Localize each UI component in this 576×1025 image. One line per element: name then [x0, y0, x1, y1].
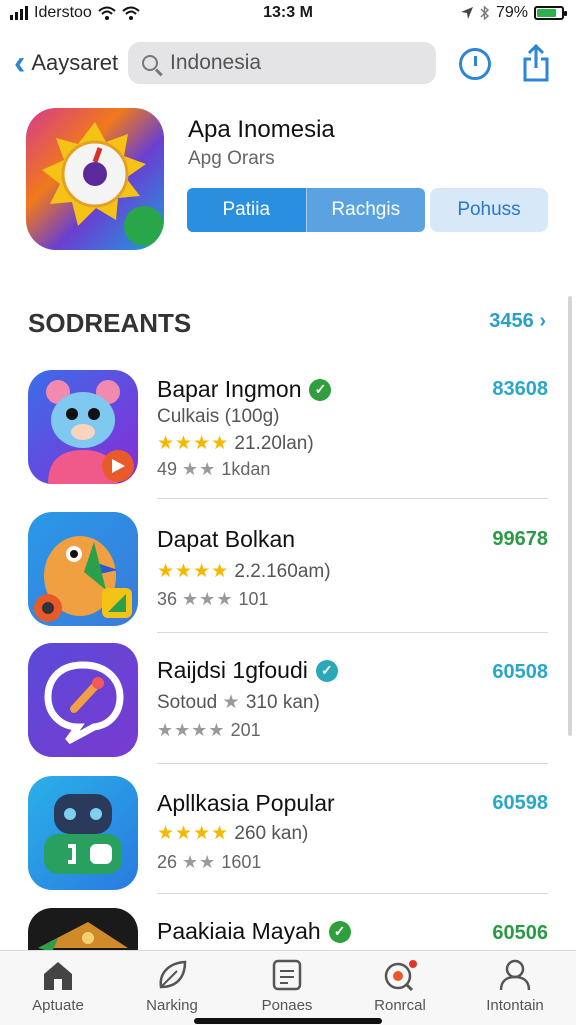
- app-name-row: Apllkasia Popular: [157, 790, 335, 817]
- segmented-control: Patiia Rachgis: [187, 188, 425, 232]
- back-label: Aaysaret: [31, 50, 119, 75]
- star-rating-icon: ★★★★: [157, 561, 230, 582]
- nav-bar: ‹ Aaysaret: [0, 42, 576, 86]
- app-detail: Sotoud: [157, 692, 218, 713]
- tab-5[interactable]: Intontain: [460, 959, 570, 1014]
- share-icon[interactable]: [522, 44, 550, 82]
- app-name: Apllkasia Popular: [157, 790, 335, 816]
- meta-line: 26 ★★ 1601: [157, 852, 261, 873]
- tab-3[interactable]: Ponaes: [232, 959, 342, 1014]
- app-icon-chat: [28, 643, 138, 757]
- see-all-link[interactable]: 3456 ›: [489, 310, 546, 333]
- home-icon: [44, 962, 72, 990]
- rating-line: ★★★★ 260 kan): [157, 822, 308, 845]
- divider: [157, 893, 548, 894]
- app-icon-bird: [28, 512, 138, 626]
- verified-check-icon: ✓: [309, 378, 332, 401]
- grey-stars-icon: ★★★★: [157, 720, 226, 740]
- app-price[interactable]: 99678: [492, 528, 548, 551]
- search-input[interactable]: [168, 50, 412, 76]
- rating-line: Sotoud ★ 310 kan): [157, 691, 320, 714]
- location-icon: [460, 7, 473, 19]
- home-indicator: [194, 1018, 382, 1024]
- battery-percent: 79%: [495, 4, 528, 21]
- meta-line: ★★★★ 201: [157, 720, 261, 741]
- segment-1[interactable]: Patiia: [187, 188, 306, 232]
- tab-label: Intontain: [486, 997, 544, 1014]
- rating-count: 260 kan): [234, 823, 309, 844]
- tab-1[interactable]: Aptuate: [3, 959, 113, 1014]
- app-icon-robot: [28, 776, 138, 890]
- meta-text: 101: [238, 589, 269, 609]
- app-name-row: Raijdsi 1gfoudi ✓: [157, 657, 338, 684]
- meta-line: 49 ★★ 1kdan: [157, 459, 270, 480]
- meta-prefix: 36: [157, 589, 178, 609]
- app-name-row: Paakiaia Mayah ✓: [157, 918, 351, 945]
- tab-label: Aptuate: [32, 997, 84, 1014]
- secondary-button[interactable]: Pohuss: [430, 188, 548, 232]
- divider: [157, 632, 548, 633]
- back-button[interactable]: ‹ Aaysaret: [14, 46, 118, 80]
- history-clock-icon[interactable]: [459, 48, 491, 80]
- divider: [157, 763, 548, 764]
- see-all-label: 3456: [489, 310, 534, 332]
- app-subtitle: Apg Orars: [188, 148, 275, 169]
- chevron-left-icon: ‹: [14, 44, 26, 82]
- leaf-icon: [159, 960, 187, 989]
- rating-count: 21.20lan): [234, 433, 314, 454]
- tab-2[interactable]: Narking: [117, 959, 227, 1014]
- battery-icon: [534, 6, 567, 20]
- meta-text: 201: [230, 720, 261, 740]
- scrollbar[interactable]: [568, 296, 572, 736]
- app-icon-bear: [28, 370, 138, 484]
- app-name: Bapar Ingmon: [157, 376, 302, 402]
- document-icon: [272, 959, 302, 991]
- app-detail: Culkais (100g): [157, 406, 280, 427]
- verified-check-icon: ✓: [328, 920, 351, 943]
- app-price[interactable]: 60506: [492, 922, 548, 945]
- meta-prefix: 26: [157, 852, 178, 872]
- star-rating-icon: ★★★★: [157, 823, 230, 844]
- rating-count: 310 kan): [245, 692, 320, 713]
- app-name: Dapat Bolkan: [157, 526, 296, 552]
- chevron-right-icon: ›: [539, 310, 546, 332]
- app-price[interactable]: 60508: [492, 661, 548, 684]
- tab-label: Narking: [146, 997, 198, 1014]
- meta-text: 1kdan: [221, 459, 271, 479]
- tab-label: Ponaes: [261, 997, 313, 1014]
- bluetooth-icon: [480, 5, 489, 21]
- tab-bar: Aptuate Narking Ponaes Ronrcal Intontain: [0, 950, 576, 1025]
- app-name: Paakiaia Mayah: [157, 918, 321, 944]
- grey-stars-icon: ★★: [182, 459, 217, 479]
- tab-4[interactable]: Ronrcal: [345, 959, 455, 1014]
- search-icon: [142, 55, 158, 71]
- rating-count: 2.2.160am): [234, 561, 331, 582]
- rating-line: ★★★★ 21.20lan): [157, 432, 314, 455]
- app-price[interactable]: 83608: [492, 378, 548, 401]
- section-title: SODREANTS: [28, 308, 192, 338]
- verified-check-icon: ✓: [315, 659, 338, 682]
- status-bar: Iderstoo 13:3 M 79%: [0, 0, 576, 28]
- meta-prefix: 49: [157, 459, 178, 479]
- meta-text: 1601: [221, 852, 262, 872]
- app-name: Raijdsi 1gfoudi: [157, 657, 308, 683]
- rating-line: ★★★★ 2.2.160am): [157, 560, 331, 583]
- person-icon: [499, 959, 531, 991]
- app-icon-featured[interactable]: [26, 108, 164, 250]
- app-name-row: Bapar Ingmon ✓: [157, 376, 332, 403]
- app-name-row: Dapat Bolkan: [157, 526, 295, 553]
- app-title: Apa Inomesia: [188, 116, 335, 143]
- search-badge-icon: [384, 960, 417, 991]
- tab-label: Ronrcal: [374, 997, 426, 1014]
- meta-line: 36 ★★★ 101: [157, 589, 269, 610]
- divider: [157, 498, 548, 499]
- segment-2[interactable]: Rachgis: [305, 188, 425, 232]
- app-price[interactable]: 60598: [492, 792, 548, 815]
- grey-stars-icon: ★: [222, 692, 241, 713]
- grey-stars-icon: ★★★: [182, 589, 234, 609]
- star-rating-icon: ★★★★: [157, 433, 230, 454]
- grey-stars-icon: ★★: [182, 852, 217, 872]
- search-field[interactable]: [128, 42, 436, 84]
